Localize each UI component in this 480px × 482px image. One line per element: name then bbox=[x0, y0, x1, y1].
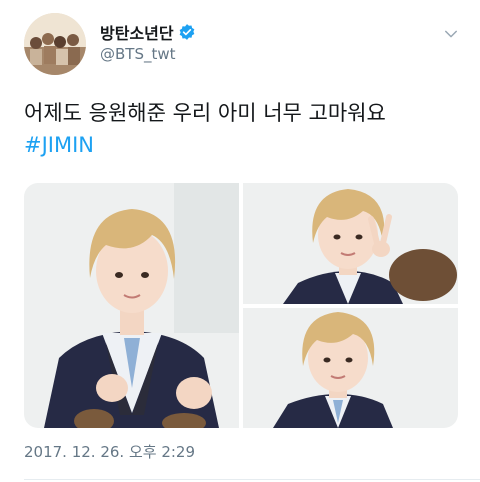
hashtag-link[interactable]: #JIMIN bbox=[24, 129, 464, 161]
photo-2-image bbox=[243, 183, 458, 304]
name-row: 방탄소년단 bbox=[100, 20, 196, 44]
photo-1-image bbox=[24, 183, 239, 428]
photo-1[interactable] bbox=[24, 183, 239, 428]
chevron-down-icon[interactable] bbox=[442, 25, 460, 43]
photo-3[interactable] bbox=[243, 308, 458, 428]
avatar[interactable] bbox=[24, 13, 86, 75]
photo-2[interactable] bbox=[243, 183, 458, 304]
avatar-image bbox=[24, 13, 86, 75]
timestamp[interactable]: 2017. 12. 26. 오후 2:29 bbox=[24, 441, 195, 462]
verified-badge-icon bbox=[179, 24, 194, 40]
tweet-text: 어제도 응원해준 우리 아미 너무 고마워요 #JIMIN bbox=[24, 97, 464, 161]
tweet-body: 어제도 응원해준 우리 아미 너무 고마워요 bbox=[24, 101, 386, 125]
tweet-header: 방탄소년단 @BTS_twt bbox=[24, 13, 464, 75]
display-name[interactable]: 방탄소년단 bbox=[100, 20, 174, 44]
divider bbox=[24, 479, 480, 480]
photo-3-image bbox=[243, 308, 458, 428]
handle[interactable]: @BTS_twt bbox=[100, 45, 176, 63]
media-grid bbox=[24, 183, 458, 428]
